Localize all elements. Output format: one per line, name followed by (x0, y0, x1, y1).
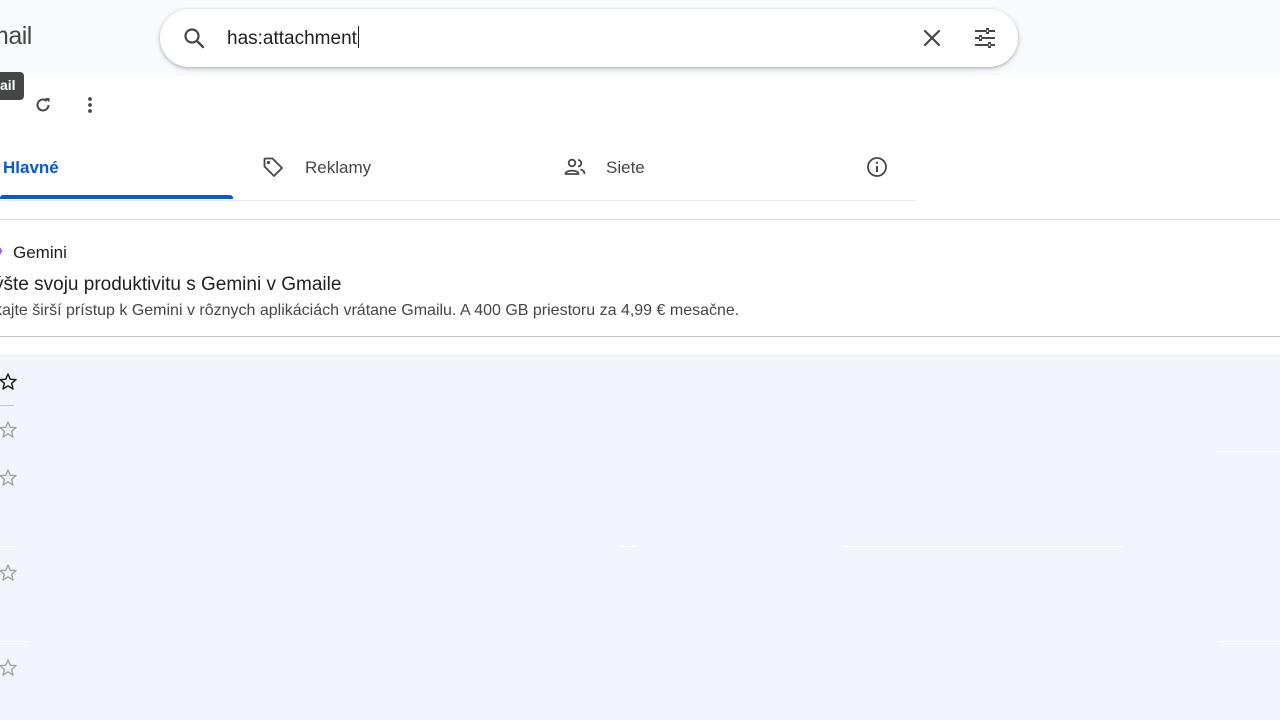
row-divider (0, 405, 14, 406)
search-input[interactable]: has:attachment (227, 26, 359, 51)
tag-icon (262, 156, 284, 178)
text-cursor (357, 26, 359, 48)
top-bar: mail has:attachment (0, 0, 1280, 76)
promo-snippet: kajte širší prístup k Gemini v rôznych a… (0, 302, 740, 319)
divider (0, 336, 1280, 337)
message-list (0, 354, 1280, 720)
refresh-icon[interactable] (33, 95, 53, 115)
star-outline-icon[interactable] (0, 563, 18, 583)
people-icon (564, 156, 586, 178)
row-divider (842, 546, 1122, 547)
star-outline-icon[interactable] (0, 658, 18, 678)
row-divider (620, 546, 636, 547)
info-icon[interactable] (866, 156, 888, 178)
search-bar[interactable]: has:attachment (160, 9, 1018, 67)
close-icon[interactable] (920, 26, 944, 50)
app-logo-text[interactable]: mail (0, 22, 32, 51)
more-vert-icon[interactable] (80, 95, 100, 115)
star-outline-icon[interactable] (0, 420, 18, 440)
tab-selected-indicator (0, 195, 233, 199)
promo-row[interactable]: Gemini ýšte svoju produktivitu s Gemini … (0, 220, 1280, 336)
tab-primary[interactable]: Hlavné (0, 138, 233, 198)
tab-primary-label: Hlavné (3, 158, 59, 177)
row-divider (0, 546, 16, 547)
tab-promotions-label: Reklamy (305, 158, 372, 177)
star-outline-icon[interactable] (0, 468, 18, 488)
search-query-text: has:attachment (227, 28, 357, 49)
tune-icon[interactable] (973, 26, 997, 50)
row-divider (1215, 451, 1280, 452)
tooltip: ail (0, 72, 24, 100)
mail-content: ail Hlavné Reklamy Siete Gemini ýšte svo… (0, 72, 1280, 720)
tab-social-label: Siete (606, 158, 645, 177)
search-icon[interactable] (182, 26, 206, 50)
row-divider (1220, 641, 1280, 642)
category-tabs: Hlavné Reklamy Siete (0, 138, 916, 201)
star-outline-icon[interactable] (0, 372, 18, 392)
promo-subject: ýšte svoju produktivitu s Gemini v Gmail… (0, 274, 342, 295)
promo-sender: Gemini (13, 243, 67, 262)
row-divider (0, 641, 30, 642)
sender-badge (0, 247, 2, 255)
